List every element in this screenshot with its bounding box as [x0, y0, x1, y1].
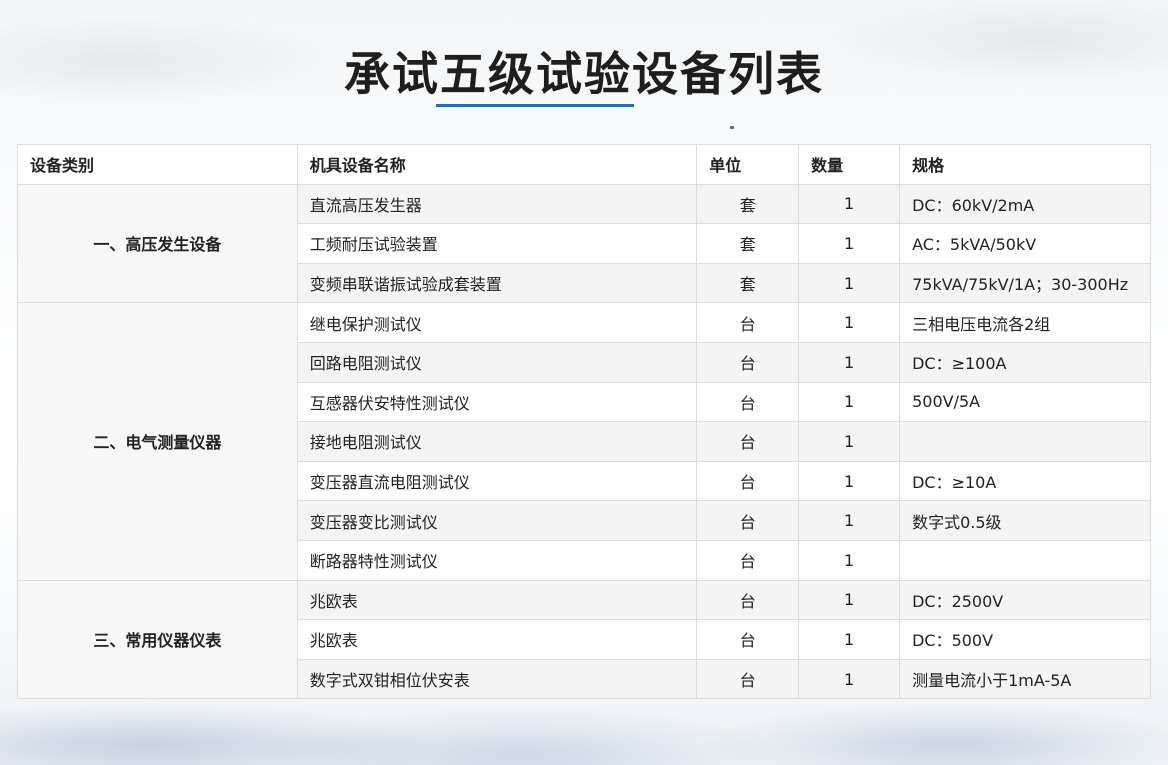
spec-cell: DC：500V	[899, 619, 1151, 660]
table-row: 一、高压发生设备 直流高压发生器套 1 DC：60kV/2mA	[17, 183, 1151, 304]
equipment-name-cell: 数字式双钳相位伏安表	[296, 658, 698, 700]
header-category: 设备类别	[17, 144, 298, 185]
category-cell: 二、电气测量仪器	[17, 302, 298, 581]
quantity-cell: 1	[798, 421, 901, 462]
equipment-name-cell: 变频串联谐振试验成套装置	[296, 262, 698, 304]
spec-cell: 测量电流小于1mA-5A	[899, 658, 1151, 700]
quantity-cell: 1	[798, 183, 901, 225]
spec-cell: 三相电压电流各2组	[899, 302, 1151, 343]
unit-cell: 套	[696, 223, 800, 264]
equipment-name-cell: 断路器特性测试仪	[296, 539, 698, 581]
quantity-cell: 1	[798, 579, 901, 621]
table-row: 三、常用仪器仪表 兆欧表台 1 DC：2500V	[17, 579, 1151, 700]
unit-cell: 台	[696, 579, 800, 621]
header-quantity: 数量	[798, 144, 901, 185]
unit-cell: 套	[696, 183, 800, 225]
equipment-name-cell: 回路电阻测试仪	[296, 341, 698, 383]
spec-cell: DC：2500V	[899, 579, 1151, 621]
quantity-cell: 1	[798, 381, 901, 423]
category-cell: 三、常用仪器仪表	[17, 579, 298, 700]
equipment-table: 设备类别 机具设备名称 单位 数量 规格 一、高压发生设备 直流高压发生器套 1 DC…	[17, 144, 1151, 700]
spec-cell: DC：60kV/2mA	[899, 183, 1151, 225]
category-cell: 一、高压发生设备	[17, 183, 298, 304]
spec-cell: 数字式0.5级	[899, 500, 1151, 541]
header-spec: 规格	[899, 144, 1151, 185]
unit-cell: 台	[696, 539, 800, 581]
table-body: 一、高压发生设备 直流高压发生器套 1 DC：60kV/2mA 工频耐压试验装置套 1 AC…	[17, 183, 1151, 700]
unit-cell: 台	[696, 421, 800, 462]
quantity-cell: 1	[798, 500, 901, 541]
spec-cell: DC：≥100A	[899, 341, 1151, 383]
quantity-cell: 1	[798, 460, 901, 502]
unit-cell: 台	[696, 460, 800, 502]
equipment-name-cell: 工频耐压试验装置	[296, 223, 698, 264]
equipment-name-cell: 兆欧表	[296, 579, 698, 621]
spec-cell: AC：5kVA/50kV	[899, 223, 1151, 264]
unit-cell: 套	[696, 262, 800, 304]
spec-cell: 75kVA/75kV/1A；30-300Hz	[899, 262, 1151, 304]
spec-cell	[899, 539, 1151, 581]
page-title: 承试五级试验设备列表	[344, 47, 824, 101]
header-unit: 单位	[696, 144, 800, 185]
equipment-name-cell: 变压器直流电阻测试仪	[296, 460, 698, 502]
spec-cell: 500V/5A	[899, 381, 1151, 423]
unit-cell: 台	[696, 500, 800, 541]
table-row: 二、电气测量仪器 继电保护测试仪台 1 三相电压电流各2组	[17, 302, 1151, 581]
quantity-cell: 1	[798, 539, 901, 581]
quantity-cell: 1	[798, 658, 901, 700]
decorative-dot	[730, 126, 734, 129]
quantity-cell: 1	[798, 223, 901, 264]
quantity-cell: 1	[798, 341, 901, 383]
spec-cell	[899, 421, 1151, 462]
equipment-name-cell: 互感器伏安特性测试仪	[296, 381, 698, 423]
equipment-name-cell: 兆欧表	[296, 619, 698, 660]
header-equipment-name: 机具设备名称	[296, 144, 698, 185]
equipment-name-cell: 直流高压发生器	[296, 183, 698, 225]
unit-cell: 台	[696, 341, 800, 383]
unit-cell: 台	[696, 302, 800, 343]
equipment-name-cell: 变压器变比测试仪	[296, 500, 698, 541]
title-underline	[436, 104, 634, 107]
quantity-cell: 1	[798, 619, 901, 660]
unit-cell: 台	[696, 381, 800, 423]
equipment-name-cell: 接地电阻测试仪	[296, 421, 698, 462]
spec-cell: DC：≥10A	[899, 460, 1151, 502]
unit-cell: 台	[696, 658, 800, 700]
quantity-cell: 1	[798, 302, 901, 343]
equipment-name-cell: 继电保护测试仪	[296, 302, 698, 343]
quantity-cell: 1	[798, 262, 901, 304]
unit-cell: 台	[696, 619, 800, 660]
table-header-row: 设备类别 机具设备名称 单位 数量 规格	[17, 144, 1151, 185]
